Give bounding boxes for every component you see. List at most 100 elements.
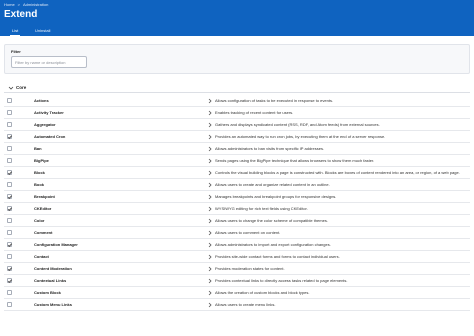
module-row: Contact Provides site-wide contact forms … (4, 251, 470, 263)
module-row: Actions Allows configuration of tasks to … (4, 95, 470, 107)
breadcrumb-home-link[interactable]: Home (4, 2, 15, 7)
module-row: Custom Menu Links Allows users to create … (4, 299, 470, 311)
module-row: Activity Tracker Enables tracking of rece… (4, 107, 470, 119)
expand-details-icon[interactable] (207, 266, 213, 272)
module-row: Content Moderation Provides moderation st… (4, 263, 470, 275)
expand-details-icon[interactable] (207, 302, 213, 308)
expand-details-icon[interactable] (207, 206, 213, 212)
module-row: BigPipe Sends pages using the BigPipe tec… (4, 155, 470, 167)
module-description: Allows administrators to ban visits from… (215, 146, 325, 151)
module-checkbox[interactable] (7, 266, 12, 271)
expand-details-icon[interactable] (207, 146, 213, 152)
module-checkbox[interactable] (7, 278, 12, 283)
module-row: Block Controls the visual building blocks… (4, 167, 470, 179)
module-name[interactable]: Block (34, 170, 45, 176)
module-name[interactable]: Contact (34, 254, 49, 260)
module-row: Custom Block Allows the creation of custo… (4, 287, 470, 299)
module-name[interactable]: Activity Tracker (34, 110, 64, 116)
expand-details-icon[interactable] (207, 242, 213, 248)
filter-label: Filter (11, 49, 21, 54)
expand-details-icon[interactable] (207, 170, 213, 176)
section-title: Core (16, 85, 27, 90)
module-name[interactable]: BigPipe (34, 158, 49, 164)
module-description: Manages breakpoints and breakpoint group… (215, 194, 337, 199)
module-description: Allows administrators to import and expo… (215, 242, 331, 247)
tab-list[interactable]: List (8, 26, 22, 36)
module-row: Automated Cron Provides an automated way … (4, 131, 470, 143)
module-checkbox[interactable] (7, 182, 12, 187)
module-row: Book Allows users to create and organize … (4, 179, 470, 191)
module-row: Aggregator Gathers and displays syndicate… (4, 119, 470, 131)
module-list: Actions Allows configuration of tasks to … (4, 95, 470, 311)
expand-details-icon[interactable] (207, 230, 213, 236)
filter-input[interactable] (11, 56, 87, 68)
module-name[interactable]: Custom Menu Links (34, 302, 72, 308)
module-description: Allows configuration of tasks to be exec… (215, 98, 334, 103)
breadcrumb: Home > Administration (4, 2, 48, 8)
module-name[interactable]: Book (34, 182, 44, 188)
expand-details-icon[interactable] (207, 122, 213, 128)
core-section-header[interactable]: Core (4, 83, 470, 93)
module-name[interactable]: Custom Block (34, 290, 61, 296)
module-description: Controls the visual building blocks a pa… (215, 170, 460, 175)
expand-details-icon[interactable] (207, 98, 213, 104)
module-name[interactable]: Color (34, 218, 44, 224)
expand-details-icon[interactable] (207, 182, 213, 188)
module-checkbox[interactable] (7, 254, 12, 259)
module-checkbox[interactable] (7, 134, 12, 139)
module-description: Provides moderation states for content. (215, 266, 285, 271)
module-row: Color Allows users to change the color sc… (4, 215, 470, 227)
expand-details-icon[interactable] (207, 110, 213, 116)
module-name[interactable]: Content Moderation (34, 266, 72, 272)
module-name[interactable]: Ban (34, 146, 42, 152)
module-description: Allows users to create menu links. (215, 302, 276, 307)
module-description: Provides contextual links to directly ac… (215, 278, 348, 283)
module-description: Enables tracking of recent content for u… (215, 110, 294, 115)
module-checkbox[interactable] (7, 206, 12, 211)
module-name[interactable]: Aggregator (34, 122, 56, 128)
expand-details-icon[interactable] (207, 158, 213, 164)
module-checkbox[interactable] (7, 242, 12, 247)
module-description: WYSIWYG editing for rich text fields usi… (215, 206, 308, 211)
module-name[interactable]: Automated Cron (34, 134, 65, 140)
module-row: Breakpoint Manages breakpoints and breakp… (4, 191, 470, 203)
module-description: Allows the creation of custom blocks and… (215, 290, 310, 295)
expand-details-icon[interactable] (207, 218, 213, 224)
module-description: Allows users to change the color scheme … (215, 218, 328, 223)
module-row: Contextual Links Provides contextual link… (4, 275, 470, 287)
breadcrumb-separator: > (17, 2, 21, 7)
module-row: Ban Allows administrators to ban visits f… (4, 143, 470, 155)
module-name[interactable]: CKEditor (34, 206, 51, 212)
module-name[interactable]: Comment (34, 230, 52, 236)
module-name[interactable]: Contextual Links (34, 278, 66, 284)
module-row: CKEditor WYSIWYG editing for rich text fi… (4, 203, 470, 215)
module-row: Configuration Manager Allows administrato… (4, 239, 470, 251)
module-description: Sends pages using the BigPipe technique … (215, 158, 375, 163)
chevron-down-icon[interactable] (8, 85, 14, 91)
module-checkbox[interactable] (7, 98, 12, 103)
module-name[interactable]: Actions (34, 98, 49, 104)
module-checkbox[interactable] (7, 122, 12, 127)
expand-details-icon[interactable] (207, 194, 213, 200)
breadcrumb-administration-link[interactable]: Administration (23, 2, 48, 7)
module-checkbox[interactable] (7, 158, 12, 163)
module-row: Comment Allows users to comment on conten… (4, 227, 470, 239)
module-name[interactable]: Breakpoint (34, 194, 55, 200)
expand-details-icon[interactable] (207, 278, 213, 284)
module-checkbox[interactable] (7, 146, 12, 151)
module-checkbox[interactable] (7, 170, 12, 175)
expand-details-icon[interactable] (207, 134, 213, 140)
module-checkbox[interactable] (7, 302, 12, 307)
module-name[interactable]: Configuration Manager (34, 242, 78, 248)
module-description: Provides site-wide contact forms and for… (215, 254, 340, 259)
module-checkbox[interactable] (7, 218, 12, 223)
tab-uninstall[interactable]: Uninstall (31, 26, 54, 36)
expand-details-icon[interactable] (207, 254, 213, 260)
expand-details-icon[interactable] (207, 290, 213, 296)
module-checkbox[interactable] (7, 290, 12, 295)
page-header: Home > Administration Extend List Uninstal… (0, 0, 474, 36)
page-title: Extend (4, 9, 38, 20)
module-checkbox[interactable] (7, 110, 12, 115)
module-checkbox[interactable] (7, 230, 12, 235)
module-checkbox[interactable] (7, 194, 12, 199)
